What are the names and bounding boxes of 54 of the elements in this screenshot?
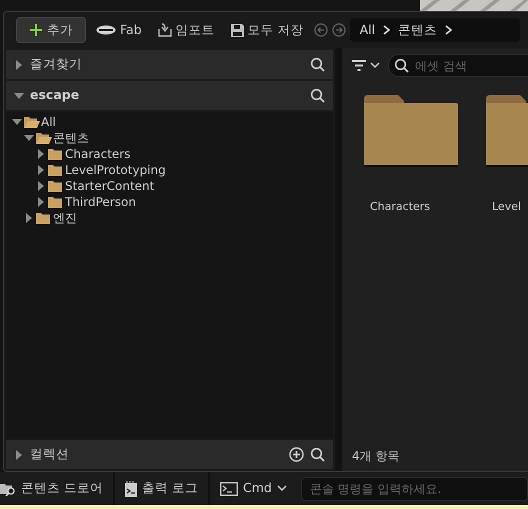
tree-item[interactable]: Characters	[6, 146, 333, 162]
filter-button[interactable]	[352, 60, 380, 72]
forward-icon[interactable]	[332, 23, 346, 37]
tree-item[interactable]: All	[6, 114, 333, 130]
search-icon	[394, 58, 409, 73]
chevron-right-icon	[383, 25, 390, 35]
folder-icon	[47, 148, 64, 160]
search-icon[interactable]	[310, 88, 325, 103]
open-folder-icon	[23, 116, 40, 128]
back-icon[interactable]	[314, 23, 328, 37]
tree-item[interactable]: 엔진	[6, 210, 333, 226]
badge-logo-icon	[96, 25, 116, 35]
section-title: escape	[30, 86, 80, 104]
collapse-arrow-icon	[14, 450, 24, 460]
section-header[interactable]: 컬렉션	[6, 440, 333, 469]
add-circle-icon[interactable]	[289, 447, 304, 462]
asset-label: Level	[492, 199, 522, 215]
folder-icon	[47, 164, 64, 176]
chevron-down-icon	[276, 485, 287, 492]
open-folder-icon	[35, 132, 52, 144]
section-title: 컬렉션	[30, 445, 70, 464]
breadcrumb-item[interactable]: All	[360, 20, 376, 40]
expand-arrow-icon	[14, 90, 24, 100]
tree-item[interactable]: 콘텐츠	[6, 130, 333, 146]
asset-search-field[interactable]: 에셋 검색	[388, 54, 528, 77]
import-button[interactable]: 임포트	[152, 18, 221, 42]
import-icon	[158, 23, 172, 37]
collapse-arrow-icon	[14, 60, 24, 70]
filter-icon	[352, 60, 366, 72]
search-icon[interactable]	[310, 57, 325, 72]
tree-item[interactable]: StarterContent	[6, 178, 333, 194]
search-icon[interactable]	[310, 447, 325, 462]
plus-icon	[29, 23, 43, 37]
section-title: 즐겨찾기	[30, 55, 83, 74]
log-icon	[124, 480, 137, 496]
section-header[interactable]: escape	[6, 81, 333, 110]
item-count: 4개 항목	[352, 448, 400, 465]
folder-icon	[47, 196, 64, 208]
folder-icon	[35, 212, 52, 224]
fab-button[interactable]: Fab	[90, 18, 148, 42]
chevron-down-icon	[370, 62, 380, 69]
save-all-button[interactable]: 모두 저장	[224, 18, 310, 42]
tree-item[interactable]: ThirdPerson	[6, 194, 333, 210]
tree-item[interactable]: LevelPrototyping	[6, 162, 333, 178]
breadcrumb-item[interactable]: 콘텐츠	[398, 20, 438, 40]
add-button[interactable]: 추가	[16, 16, 86, 44]
terminal-icon	[220, 482, 238, 496]
cmd-dropdown[interactable]: Cmd	[210, 472, 297, 505]
asset-label: Characters	[370, 199, 430, 215]
section-header[interactable]: 즐겨찾기	[6, 50, 333, 79]
folder-icon	[362, 93, 460, 169]
chevron-right-icon	[445, 25, 452, 35]
console-input[interactable]: 콘솔 명령을 입력하세요.	[300, 476, 528, 500]
folder-icon	[47, 180, 64, 192]
